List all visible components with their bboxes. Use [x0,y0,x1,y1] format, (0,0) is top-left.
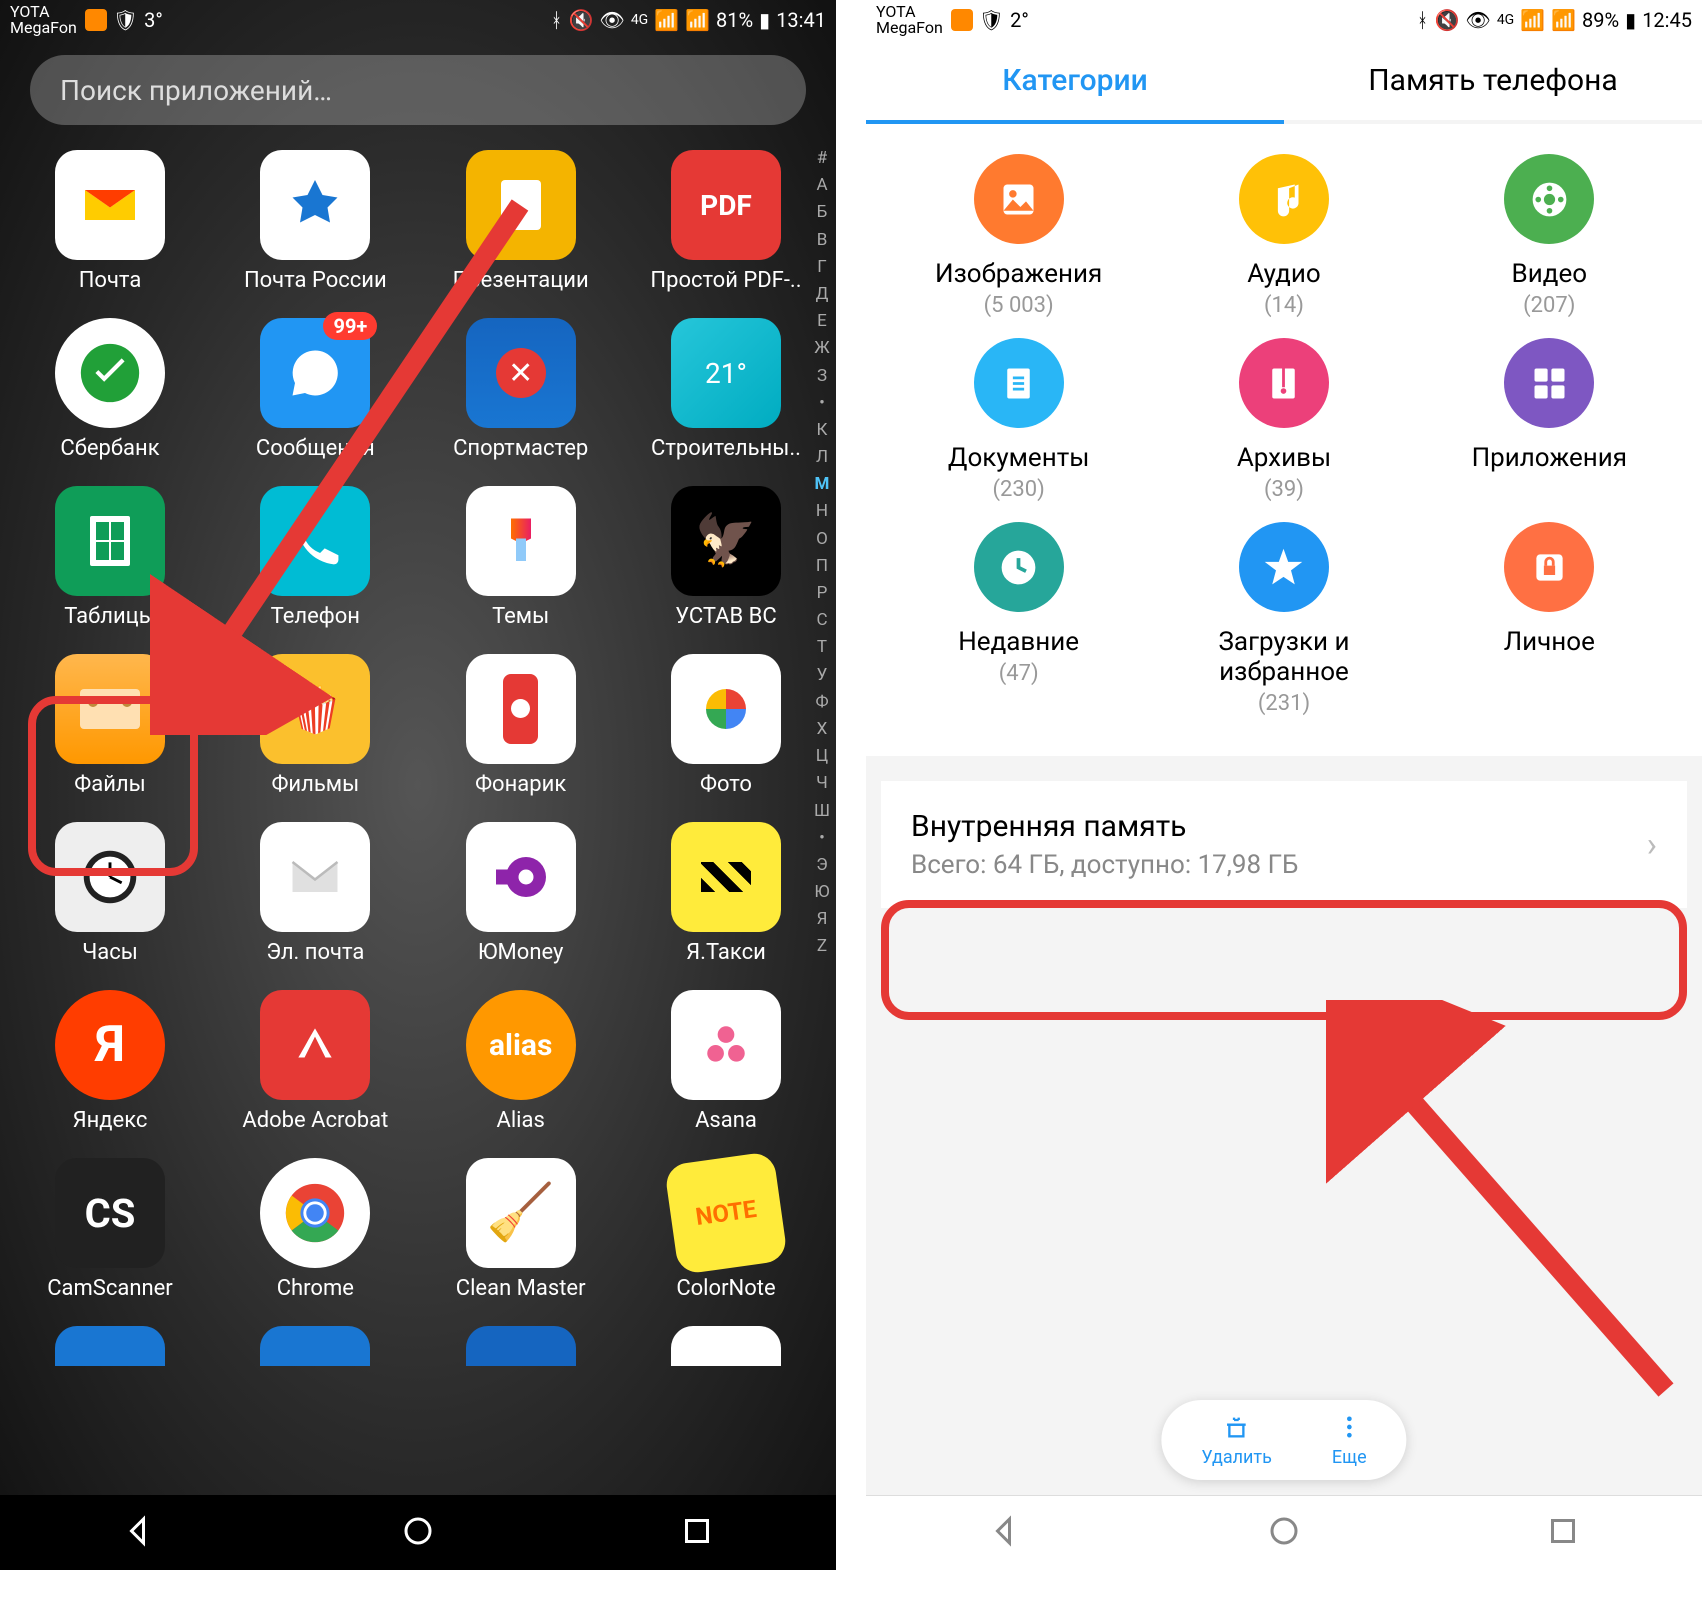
back-button[interactable] [987,1513,1023,1553]
app-simple-pdf[interactable]: PDFПростой PDF-.. [646,150,806,293]
recents-button[interactable] [679,1513,715,1553]
search-input[interactable]: Поиск приложений… [30,55,806,125]
tab-phone-storage[interactable]: Память телефона [1284,40,1702,120]
app-slides[interactable]: Презентации [441,150,601,293]
app-alias[interactable]: aliasAlias [441,990,601,1133]
app-sberbank[interactable]: Сбербанк [30,318,190,461]
floating-action-bar: Удалить Еще [1161,1400,1406,1480]
network-4g-icon: 4G [1497,12,1514,28]
signal-icon: 📶 [685,8,710,32]
recents-button[interactable] [1545,1513,1581,1553]
tabs: Категории Память телефона [866,40,1702,120]
app-camscanner[interactable]: CSCamScanner [30,1158,190,1301]
badge-count: 99+ [323,312,377,340]
bluetooth-icon: ᚼ [551,8,563,32]
clock-label: 12:45 [1642,8,1692,32]
app-partial-4[interactable] [646,1326,806,1366]
category-audio[interactable]: Аудио(14) [1164,154,1404,318]
app-yandex[interactable]: ЯЯндекс [30,990,190,1133]
category-documents[interactable]: Документы(230) [899,338,1139,502]
battery-icon: ▮ [1625,8,1636,32]
home-button[interactable] [1266,1513,1302,1553]
phone-files-app: YOTA MegaFon 🛡 2° ᚼ 🔇 👁 4G 📶 📶 89% ▮ 12:… [866,0,1702,1570]
category-private[interactable]: Личное [1429,522,1669,716]
app-asana[interactable]: Asana [646,990,806,1133]
eye-comfort-icon: 👁 [599,8,624,32]
shield-icon: 🛡 [979,8,1004,32]
nav-bar [866,1495,1702,1570]
app-sheets[interactable]: Таблицы [30,486,190,629]
app-ustav-vs[interactable]: 🦅УСТАВ ВС [646,486,806,629]
carrier-label: YOTA MegaFon [10,4,77,36]
highlight-storage [881,900,1687,1020]
storage-subtitle: Всего: 64 ГБ, доступно: 17,98 ГБ [911,850,1298,880]
storage-title: Внутренняя память [911,809,1298,844]
app-grid: Почта Почта России Презентации PDFПросто… [0,140,836,1366]
app-phone[interactable]: Телефон [235,486,395,629]
categories-grid: Изображения(5 003) Аудио(14) Видео(207) … [866,124,1702,756]
app-yoomoney[interactable]: ЮMoney [441,822,601,965]
app-messages[interactable]: 99+Сообщения [235,318,395,461]
app-clock[interactable]: Часы [30,822,190,965]
back-button[interactable] [121,1513,157,1553]
delete-button[interactable]: Удалить [1201,1413,1271,1468]
app-themes[interactable]: Темы [441,486,601,629]
app-chrome[interactable]: Chrome [235,1158,395,1301]
app-russian-post[interactable]: Почта России [235,150,395,293]
network-4g-icon: 4G [631,12,648,28]
app-adobe-acrobat[interactable]: Adobe Acrobat [235,990,395,1133]
battery-label: 89% [1582,8,1619,32]
battery-icon: ▮ [759,8,770,32]
internal-storage-item[interactable]: Внутренняя память Всего: 64 ГБ, доступно… [881,781,1687,908]
app-indicator-icon [951,9,973,31]
mute-icon: 🔇 [569,8,594,32]
app-movies[interactable]: 🍿Фильмы [235,654,395,797]
nav-bar [0,1495,836,1570]
app-colornote[interactable]: NOTEColorNote [646,1158,806,1301]
shield-icon: 🛡 [113,8,138,32]
annotation-arrow [1326,1000,1696,1420]
battery-label: 81% [716,8,753,32]
app-mail[interactable]: Почта [30,150,190,293]
alphabet-index[interactable]: #АБВГДЕЖЗ•КЛМНОПРСТУФХЦЧШ•ЭЮЯZ [814,145,830,961]
temperature-label: 3° [144,8,163,32]
more-button[interactable]: Еще [1332,1413,1367,1468]
phone-app-drawer: YOTA MegaFon 🛡 3° ᚼ 🔇 👁 4G 📶 📶 81% ▮ 13:… [0,0,836,1570]
category-video[interactable]: Видео(207) [1429,154,1669,318]
category-apps[interactable]: Приложения [1429,338,1669,502]
app-email[interactable]: Эл. почта [235,822,395,965]
app-yandex-taxi[interactable]: Я.Такси [646,822,806,965]
app-flashlight[interactable]: Фонарик [441,654,601,797]
app-partial-3[interactable] [441,1326,601,1366]
category-images[interactable]: Изображения(5 003) [899,154,1139,318]
bluetooth-icon: ᚼ [1417,8,1429,32]
clock-label: 13:41 [776,8,826,32]
category-archives[interactable]: Архивы(39) [1164,338,1404,502]
status-bar: YOTA MegaFon 🛡 2° ᚼ 🔇 👁 4G 📶 📶 89% ▮ 12:… [866,0,1702,40]
app-files[interactable]: Файлы [30,654,190,797]
status-bar: YOTA MegaFon 🛡 3° ᚼ 🔇 👁 4G 📶 📶 81% ▮ 13:… [0,0,836,40]
app-photos[interactable]: Фото [646,654,806,797]
app-sportmaster[interactable]: ✕Спортмастер [441,318,601,461]
mute-icon: 🔇 [1435,8,1460,32]
signal-icon: 📶 [1551,8,1576,32]
signal-icon: 📶 [1520,8,1545,32]
category-downloads-favorites[interactable]: Загрузки и избранное(231) [1164,522,1404,716]
carrier-label: YOTA MegaFon [876,4,943,36]
app-indicator-icon [85,9,107,31]
signal-icon: 📶 [654,8,679,32]
app-building[interactable]: 21°Строительны.. [646,318,806,461]
category-recent[interactable]: Недавние(47) [899,522,1139,716]
app-clean-master[interactable]: 🧹Clean Master [441,1158,601,1301]
app-partial-2[interactable] [235,1326,395,1366]
eye-comfort-icon: 👁 [1465,8,1490,32]
app-partial-1[interactable] [30,1326,190,1366]
home-button[interactable] [400,1513,436,1553]
search-placeholder: Поиск приложений… [60,74,332,107]
temperature-label: 2° [1010,8,1029,32]
tab-categories[interactable]: Категории [866,40,1284,120]
chevron-right-icon: › [1647,825,1657,865]
